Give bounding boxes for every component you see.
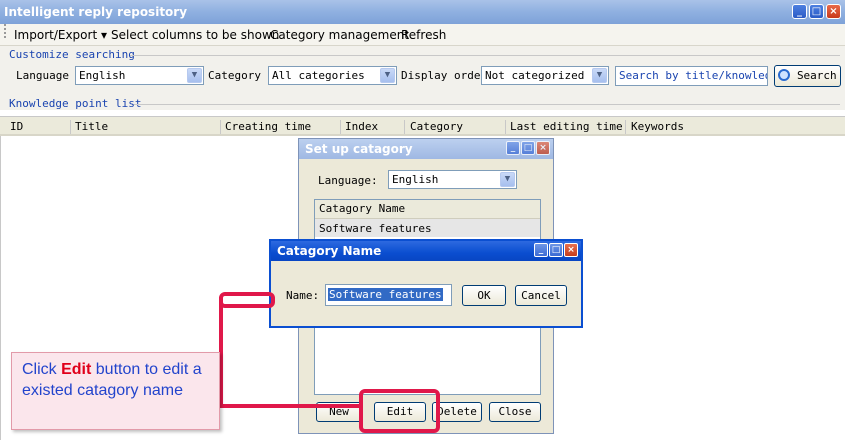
name-input-value: Software features — [328, 288, 443, 301]
search-icon — [778, 69, 791, 81]
category-list-item[interactable]: Software features — [315, 219, 540, 237]
divider — [134, 104, 840, 105]
cancel-button[interactable]: Cancel — [515, 285, 567, 306]
search-input[interactable]: Search by title/knowledge — [615, 66, 768, 86]
column-header-index[interactable]: Index — [345, 120, 378, 133]
edit-button-highlight — [359, 389, 440, 433]
minimize-icon[interactable]: _ — [792, 4, 807, 19]
setup-language-select[interactable]: English ▼ — [388, 170, 517, 189]
category-select-value: All categories — [272, 69, 365, 82]
close-icon[interactable]: × — [536, 141, 550, 155]
name-dialog-titlebar: Catagory Name _ □ × — [271, 241, 581, 261]
column-header-category[interactable]: Category — [410, 120, 463, 133]
chevron-down-icon[interactable]: ▼ — [500, 172, 515, 187]
column-divider — [70, 120, 71, 134]
menu-select-columns[interactable]: Select columns to be shown — [111, 24, 279, 46]
annotation-highlight — [219, 292, 275, 308]
column-header-title[interactable]: Title — [75, 120, 108, 133]
category-select[interactable]: All categories ▼ — [268, 66, 397, 85]
display-order-select-value: Not categorized — [485, 69, 585, 82]
menu-refresh[interactable]: Refresh — [401, 24, 446, 46]
callout-text-before: Click — [22, 361, 62, 378]
search-button-label: Search — [796, 69, 837, 82]
name-label: Name: — [286, 289, 320, 302]
language-select[interactable]: English ▼ — [75, 66, 204, 85]
maximize-icon[interactable]: □ — [809, 4, 824, 19]
menu-category-management[interactable]: Category management — [270, 24, 409, 46]
name-dialog-title: Catagory Name — [277, 244, 382, 258]
language-label: Language — [16, 69, 69, 82]
close-icon[interactable]: × — [564, 243, 578, 257]
list-section-title: Knowledge point list — [9, 97, 142, 110]
chevron-down-icon[interactable]: ▼ — [187, 68, 202, 83]
menu-toolbar: Import/Export ▾ Select columns to be sho… — [0, 24, 845, 46]
setup-language-value: English — [392, 173, 439, 186]
window-titlebar: Intelligent reply repository _ □ × — [0, 0, 845, 24]
column-header-keywords[interactable]: Keywords — [631, 120, 684, 133]
setup-dialog-titlebar: Set up catagory _ □ × — [299, 139, 553, 159]
display-order-select[interactable]: Not categorized ▼ — [481, 66, 609, 85]
chevron-down-icon[interactable]: ▼ — [592, 68, 607, 83]
close-button[interactable]: Close — [489, 402, 541, 422]
annotation-connector — [219, 404, 361, 408]
column-header-last-editing-time[interactable]: Last editing time — [510, 120, 623, 133]
column-header-creating-time[interactable]: Creating time — [225, 120, 311, 133]
instruction-callout: Click Edit button to edit a existed cata… — [11, 352, 220, 430]
maximize-icon[interactable]: □ — [549, 243, 563, 257]
language-select-value: English — [79, 69, 126, 82]
category-list-header: Catagory Name — [315, 200, 540, 219]
category-label: Category — [208, 69, 261, 82]
minimize-icon[interactable]: _ — [506, 141, 520, 155]
menu-import-export[interactable]: Import/Export ▾ — [14, 24, 107, 46]
column-header-id[interactable]: ID — [10, 120, 23, 133]
column-divider — [340, 120, 341, 134]
column-divider — [220, 120, 221, 134]
minimize-icon[interactable]: _ — [534, 243, 548, 257]
setup-dialog-title: Set up catagory — [305, 142, 413, 156]
close-icon[interactable]: × — [826, 4, 841, 19]
knowledge-list-header: ID Title Creating time Index Category La… — [0, 116, 845, 136]
chevron-down-icon[interactable]: ▼ — [380, 68, 395, 83]
search-button[interactable]: Search — [774, 65, 841, 87]
category-name-dialog: Catagory Name _ □ × Name: Software featu… — [269, 239, 583, 328]
column-divider — [404, 120, 405, 134]
name-input[interactable]: Software features — [325, 284, 452, 306]
callout-highlight: Edit — [61, 361, 92, 378]
setup-language-label: Language: — [318, 174, 378, 187]
divider — [130, 55, 840, 56]
display-order-label: Display order — [401, 69, 488, 82]
maximize-icon[interactable]: □ — [521, 141, 535, 155]
toolbar-grip-icon — [4, 24, 9, 38]
column-divider — [505, 120, 506, 134]
window-title: Intelligent reply repository — [4, 5, 188, 19]
column-divider — [625, 120, 626, 134]
ok-button[interactable]: OK — [462, 285, 506, 306]
search-section-title: Customize searching — [9, 48, 135, 61]
